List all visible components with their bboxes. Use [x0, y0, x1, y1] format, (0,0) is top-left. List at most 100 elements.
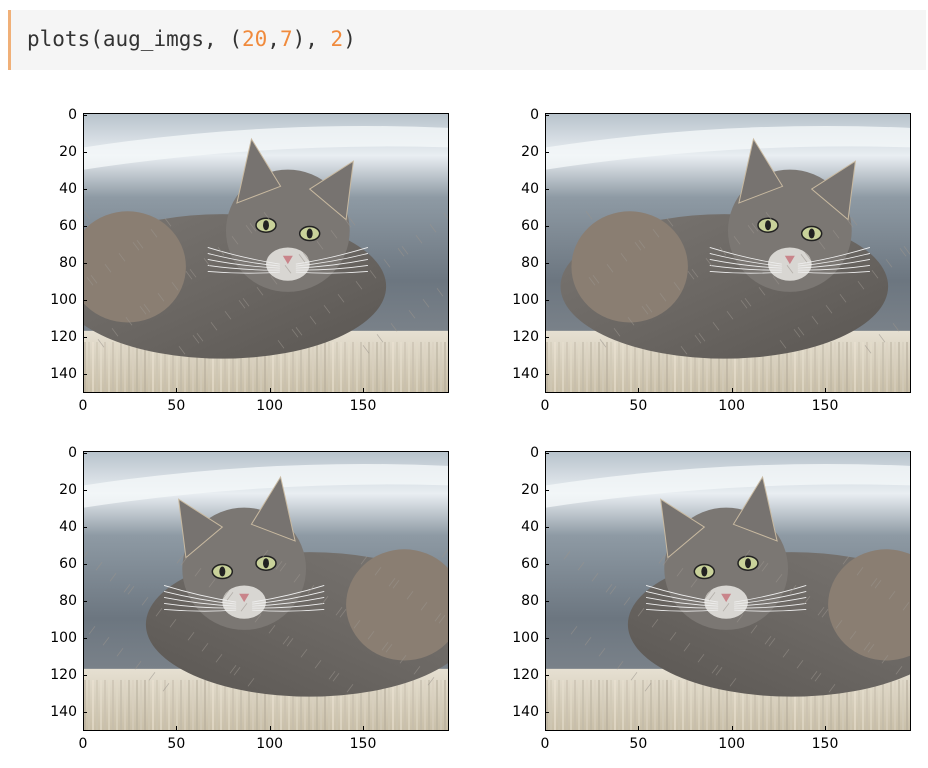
- x-tick-label: 150: [349, 736, 377, 752]
- y-tick-mark: [545, 490, 549, 491]
- y-tick-mark: [545, 675, 549, 677]
- x-tick-label: 100: [718, 736, 746, 752]
- y-tick-mark: [83, 675, 87, 677]
- y-tick-label: 80: [521, 593, 539, 610]
- y-tick-mark: [83, 564, 87, 566]
- code-paren: (: [229, 27, 242, 51]
- y-tick-label: 100: [50, 292, 77, 309]
- y-tick-label: 100: [512, 630, 539, 647]
- x-tick-label: 0: [78, 398, 88, 414]
- code-separator: ,: [267, 27, 280, 51]
- code-separator: ,: [305, 27, 331, 51]
- x-tick-mark: [731, 388, 733, 392]
- code-line[interactable]: plots(aug_imgs, (20,7), 2): [27, 27, 356, 51]
- y-tick-mark: [83, 263, 87, 265]
- x-tick-mark: [545, 388, 546, 392]
- y-tick-mark: [545, 115, 549, 116]
- y-tick-label: 120: [512, 667, 539, 684]
- cat-image: [84, 114, 448, 392]
- y-tick-label: 80: [521, 255, 539, 272]
- y-tick-mark: [83, 189, 87, 190]
- y-tick-label: 0: [68, 107, 77, 123]
- cat-image: [546, 114, 910, 392]
- y-tick-mark: [545, 601, 549, 603]
- x-tick-mark: [545, 726, 546, 730]
- y-tick-label: 60: [59, 556, 77, 573]
- y-tick-mark: [83, 337, 87, 339]
- x-tick-mark: [83, 388, 84, 392]
- x-tick-label: 150: [349, 398, 377, 414]
- code-number: 2: [330, 27, 344, 51]
- y-tick-mark: [83, 601, 87, 603]
- y-tick-mark: [545, 263, 549, 265]
- y-tick-mark: [545, 152, 549, 153]
- x-tick-mark: [363, 726, 364, 730]
- y-tick-mark: [83, 490, 87, 491]
- x-tick-label: 150: [811, 736, 839, 752]
- y-tick-mark: [83, 527, 87, 528]
- x-tick-label: 0: [78, 736, 88, 752]
- y-tick-mark: [83, 374, 87, 376]
- y-tick-label: 100: [512, 292, 539, 309]
- y-tick-mark: [545, 527, 549, 528]
- code-cell[interactable]: plots(aug_imgs, (20,7), 2): [8, 10, 926, 70]
- y-tick-label: 60: [59, 218, 77, 235]
- y-tick-label: 40: [521, 181, 539, 197]
- x-tick-label: 0: [540, 398, 550, 414]
- y-tick-mark: [545, 453, 549, 454]
- code-paren: (: [90, 27, 103, 51]
- y-tick-label: 80: [59, 255, 77, 272]
- code-paren: ): [292, 27, 306, 51]
- y-tick-mark: [545, 337, 549, 339]
- x-tick-mark: [269, 388, 271, 392]
- y-tick-label: 20: [59, 482, 77, 498]
- y-tick-label: 140: [50, 704, 77, 721]
- y-tick-mark: [545, 300, 549, 302]
- y-tick-mark: [545, 189, 549, 190]
- y-tick-label: 0: [530, 445, 539, 461]
- code-paren: ): [343, 27, 356, 51]
- y-tick-label: 60: [521, 556, 539, 573]
- image-axes: [545, 113, 911, 393]
- image-axes: [83, 113, 449, 393]
- x-tick-label: 100: [718, 398, 746, 414]
- y-tick-label: 80: [59, 593, 77, 610]
- y-tick-label: 140: [512, 366, 539, 383]
- x-tick-label: 150: [811, 398, 839, 414]
- y-tick-mark: [545, 374, 549, 376]
- x-tick-mark: [363, 388, 364, 392]
- x-tick-label: 100: [256, 736, 284, 752]
- y-tick-mark: [83, 300, 87, 302]
- y-tick-label: 120: [50, 329, 77, 346]
- x-tick-mark: [83, 726, 84, 730]
- x-tick-label: 0: [540, 736, 550, 752]
- code-separator: ,: [204, 27, 230, 51]
- x-tick-label: 50: [629, 736, 648, 752]
- y-tick-label: 60: [521, 218, 539, 235]
- y-tick-label: 40: [59, 519, 77, 535]
- image-axes: [545, 451, 911, 731]
- x-tick-mark: [176, 726, 178, 730]
- x-tick-label: 50: [167, 736, 186, 752]
- y-tick-label: 120: [50, 667, 77, 684]
- x-tick-label: 100: [256, 398, 284, 414]
- image-axes: [83, 451, 449, 731]
- y-tick-mark: [83, 115, 87, 116]
- x-tick-mark: [638, 726, 640, 730]
- y-tick-label: 20: [59, 144, 77, 160]
- x-tick-label: 50: [629, 398, 648, 414]
- y-tick-label: 40: [521, 519, 539, 535]
- cat-image: [546, 452, 910, 730]
- code-number: 7: [279, 27, 293, 51]
- y-tick-label: 140: [50, 366, 77, 383]
- x-tick-mark: [731, 726, 733, 730]
- x-tick-mark: [825, 388, 826, 392]
- x-tick-mark: [176, 388, 178, 392]
- code-argument: aug_imgs: [102, 27, 205, 51]
- cat-image: [84, 452, 448, 730]
- y-tick-label: 140: [512, 704, 539, 721]
- x-tick-mark: [638, 388, 640, 392]
- x-tick-mark: [825, 726, 826, 730]
- y-tick-mark: [83, 453, 87, 454]
- code-number: 20: [241, 27, 268, 51]
